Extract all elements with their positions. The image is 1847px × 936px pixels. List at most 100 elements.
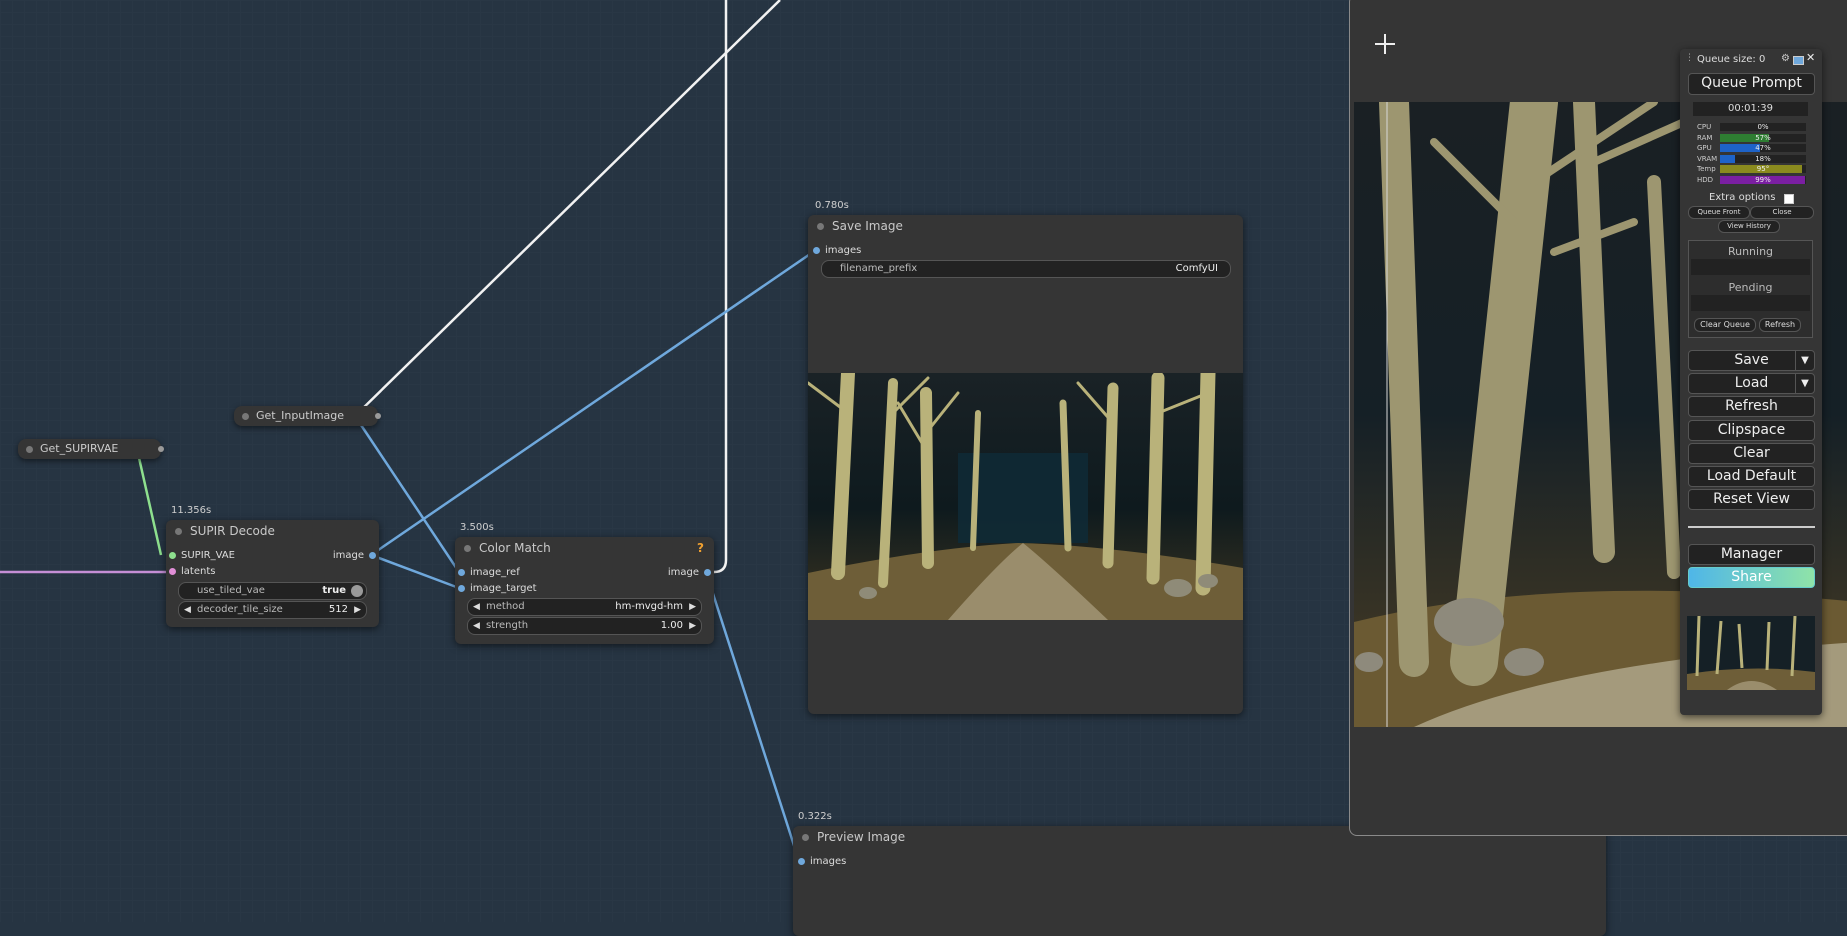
widget-label: decoder_tile_size xyxy=(197,604,283,615)
link-green xyxy=(135,448,163,556)
thumbnail-image xyxy=(1687,616,1815,690)
help-badge[interactable]: ? xyxy=(697,537,704,559)
input-slot-images[interactable]: images xyxy=(798,856,846,867)
monitor-value: 99% xyxy=(1755,175,1771,184)
output-slot-image[interactable]: image xyxy=(668,567,711,578)
increment-arrow-icon[interactable]: ▶ xyxy=(354,602,361,618)
slot-label: latents xyxy=(181,566,216,577)
color-match-node[interactable]: Color Match ? image_ref image_target ima… xyxy=(455,537,714,644)
output-pin[interactable] xyxy=(375,413,381,419)
image-icon[interactable] xyxy=(1793,56,1804,65)
crosshair-icon xyxy=(1375,34,1395,54)
node-header[interactable]: Save Image xyxy=(808,215,1243,237)
refresh-queue-button[interactable]: Refresh xyxy=(1759,318,1801,332)
strength-stepper[interactable]: ◀ strength 1.00 ▶ xyxy=(467,617,702,635)
decrement-arrow-icon[interactable]: ◀ xyxy=(473,618,480,634)
input-slot-image-target[interactable]: image_target xyxy=(458,583,537,594)
node-header[interactable]: SUPIR Decode xyxy=(166,520,379,542)
reset-view-button[interactable]: Reset View xyxy=(1688,489,1815,510)
close-icon[interactable]: ✕ xyxy=(1806,51,1815,64)
queue-thumbnail[interactable] xyxy=(1687,616,1815,690)
queue-panel[interactable]: ⋮ Queue size: 0 ⚙ ✕ Queue Prompt 00:01:3… xyxy=(1680,49,1822,715)
drag-handle-icon[interactable]: ⋮ xyxy=(1685,53,1694,63)
monitor-value: 0% xyxy=(1757,123,1769,131)
clear-button[interactable]: Clear xyxy=(1688,443,1815,464)
input-slot-supir-vae[interactable]: SUPIR_VAE xyxy=(169,550,235,561)
input-pin[interactable] xyxy=(458,569,465,576)
preview-image-node[interactable]: Preview Image images xyxy=(793,826,1606,936)
supir-decode-node[interactable]: SUPIR Decode SUPIR_VAE latents image use… xyxy=(166,520,379,627)
widget-label: filename_prefix xyxy=(840,263,918,274)
toggle-knob-icon xyxy=(351,585,363,597)
output-pin[interactable] xyxy=(158,446,164,452)
queue-prompt-button[interactable]: Queue Prompt xyxy=(1688,73,1815,95)
node-timing: 0.322s xyxy=(798,811,832,822)
input-slot-images[interactable]: images xyxy=(813,245,861,256)
increment-arrow-icon[interactable]: ▶ xyxy=(689,599,696,615)
chevron-down-icon[interactable]: ▼ xyxy=(1795,351,1814,370)
queue-front-button[interactable]: Queue Front xyxy=(1688,206,1750,219)
input-pin[interactable] xyxy=(169,568,176,575)
decoder-tile-size-stepper[interactable]: ◀ decoder_tile_size 512 ▶ xyxy=(178,601,367,619)
monitor-bar-ram: 57% xyxy=(1720,133,1806,142)
node-title: SUPIR Decode xyxy=(190,524,275,538)
slot-label: images xyxy=(810,856,847,867)
clipspace-button[interactable]: Clipspace xyxy=(1688,420,1815,441)
load-label: Load xyxy=(1734,375,1769,391)
output-slot-image[interactable]: image xyxy=(333,550,376,561)
share-button[interactable]: Share xyxy=(1688,567,1815,588)
output-pin[interactable] xyxy=(704,569,711,576)
method-combo[interactable]: ◀ method hm-mvgd-hm ▶ xyxy=(467,598,702,616)
monitor-bar-cpu: 0% xyxy=(1720,123,1806,131)
load-default-button[interactable]: Load Default xyxy=(1688,466,1815,487)
slot-label: image_target xyxy=(470,583,537,594)
input-pin[interactable] xyxy=(458,585,465,592)
node-header[interactable]: Color Match ? xyxy=(455,537,714,559)
node-collapse-dot[interactable] xyxy=(464,545,471,552)
node-title: Get_SUPIRVAE xyxy=(40,442,119,455)
decrement-arrow-icon[interactable]: ◀ xyxy=(184,602,191,618)
decrement-arrow-icon[interactable]: ◀ xyxy=(473,599,480,615)
pending-list xyxy=(1691,295,1810,311)
extra-options-checkbox[interactable] xyxy=(1784,194,1794,204)
panel-divider xyxy=(1688,526,1815,528)
get-inputimage-node[interactable]: Get_InputImage xyxy=(234,406,381,426)
widget-value: 512 xyxy=(328,604,348,615)
manager-button[interactable]: Manager xyxy=(1688,544,1815,565)
saved-image-preview[interactable] xyxy=(808,373,1243,620)
timer-display: 00:01:39 xyxy=(1693,102,1808,116)
view-history-button[interactable]: View History xyxy=(1718,220,1780,233)
link-white-2 xyxy=(713,0,728,574)
close-queue-button[interactable]: Close xyxy=(1750,206,1814,219)
monitor-label-gpu: GPU xyxy=(1697,144,1712,152)
node-title: Preview Image xyxy=(817,830,906,844)
save-image-node[interactable]: Save Image images filename_prefix ComfyU… xyxy=(808,215,1243,714)
clear-queue-button[interactable]: Clear Queue xyxy=(1694,318,1756,332)
input-pin[interactable] xyxy=(813,247,820,254)
input-pin[interactable] xyxy=(798,858,805,865)
input-slot-latents[interactable]: latents xyxy=(169,566,215,577)
node-collapse-dot[interactable] xyxy=(802,834,809,841)
use-tiled-vae-toggle[interactable]: use_tiled_vae true xyxy=(178,582,367,600)
get-supirvae-node[interactable]: Get_SUPIRVAE xyxy=(18,439,164,459)
load-button[interactable]: Load ▼ xyxy=(1688,373,1815,394)
monitor-bar-gpu: 47% xyxy=(1720,144,1806,152)
node-collapse-dot[interactable] xyxy=(817,223,824,230)
filename-prefix-field[interactable]: filename_prefix ComfyUI xyxy=(821,260,1231,278)
input-slot-image-ref[interactable]: image_ref xyxy=(458,567,520,578)
input-pin[interactable] xyxy=(169,552,176,559)
output-pin[interactable] xyxy=(369,552,376,559)
node-collapse-dot[interactable] xyxy=(26,446,33,453)
monitor-value: 47% xyxy=(1755,144,1771,152)
chevron-down-icon[interactable]: ▼ xyxy=(1795,374,1814,393)
save-button[interactable]: Save ▼ xyxy=(1688,350,1815,371)
widget-value: ComfyUI xyxy=(1175,263,1218,274)
link-blue-4 xyxy=(704,571,801,862)
monitor-bar-vram: 18% xyxy=(1720,154,1806,163)
increment-arrow-icon[interactable]: ▶ xyxy=(689,618,696,634)
node-collapse-dot[interactable] xyxy=(175,528,182,535)
refresh-button[interactable]: Refresh xyxy=(1688,396,1815,417)
gear-icon[interactable]: ⚙ xyxy=(1781,53,1790,64)
monitor-label-temp: Temp xyxy=(1697,165,1716,173)
node-collapse-dot[interactable] xyxy=(242,413,249,420)
